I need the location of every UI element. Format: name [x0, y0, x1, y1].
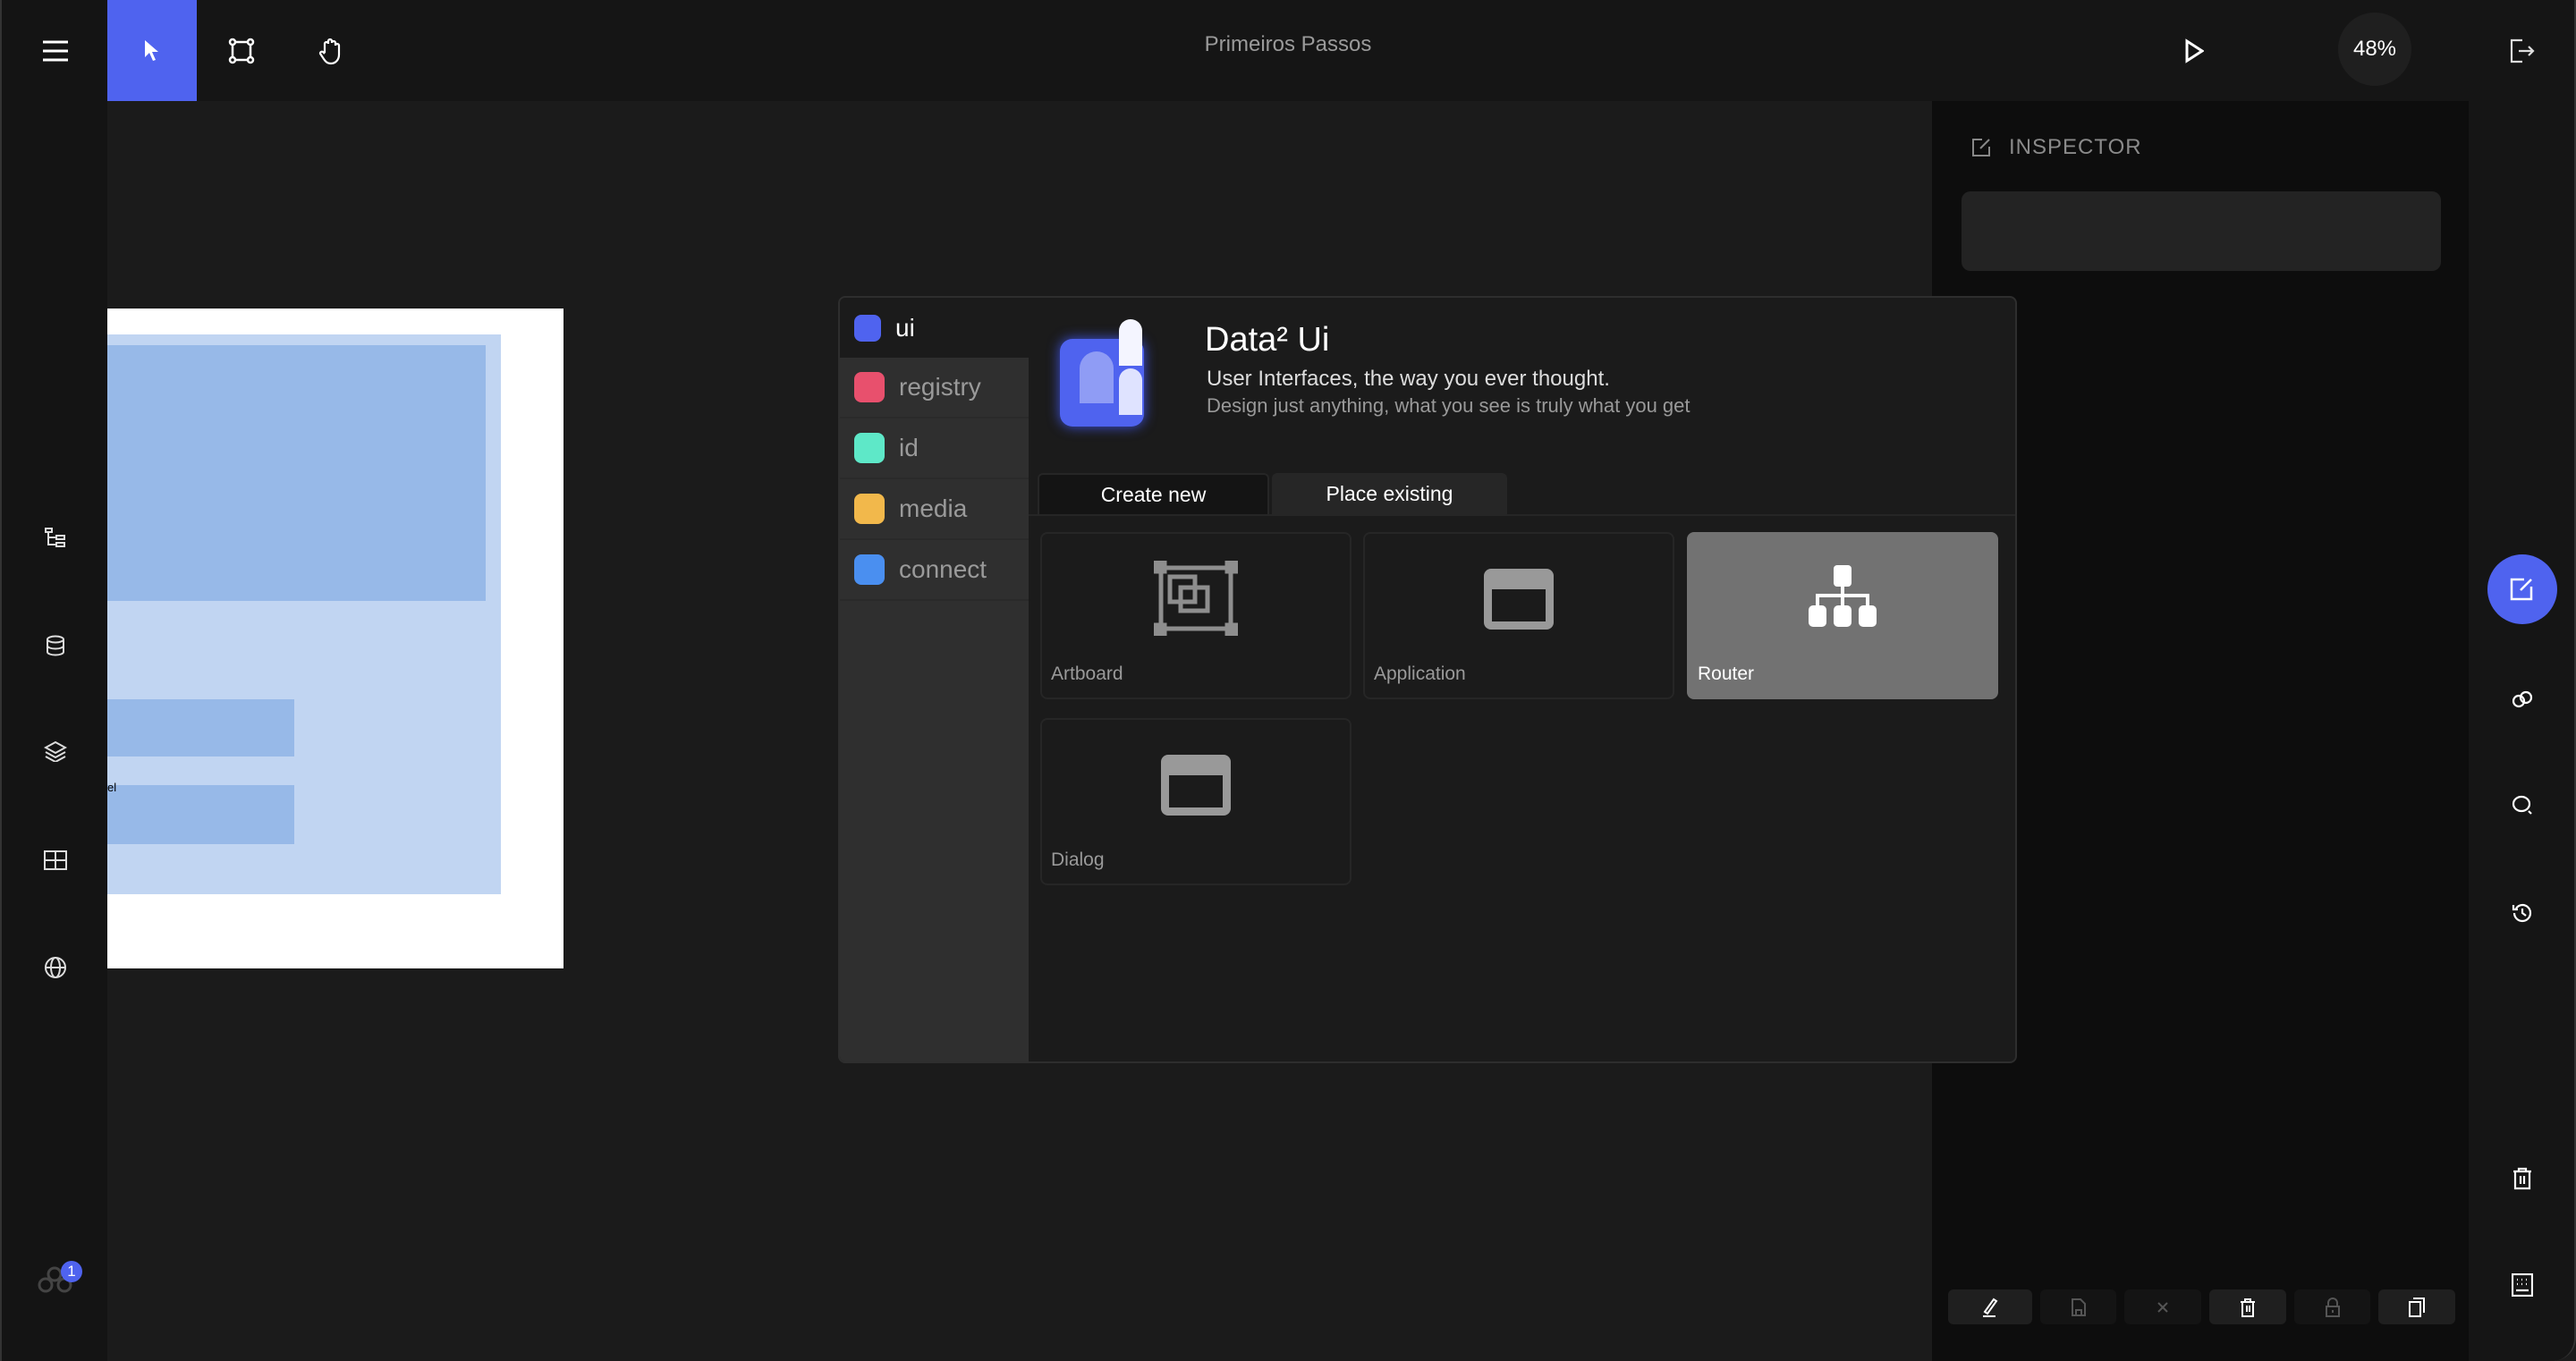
- id-icon: [854, 433, 885, 463]
- exit-button[interactable]: [2470, 0, 2574, 101]
- globe-icon[interactable]: [2, 948, 109, 987]
- zoom-level[interactable]: 48%: [2338, 13, 2411, 86]
- play-button[interactable]: [2174, 30, 2215, 72]
- card-artboard[interactable]: Artboard: [1040, 532, 1352, 699]
- tab-create-new[interactable]: Create new: [1038, 473, 1269, 514]
- nav-item-media[interactable]: media: [840, 479, 1029, 540]
- card-label: Router: [1698, 664, 1755, 684]
- duplicate-button[interactable]: [2378, 1289, 2455, 1324]
- left-sidebar: 1: [0, 0, 107, 1361]
- tab-divider: [1029, 514, 2015, 516]
- image-placeholder[interactable]: [107, 345, 486, 601]
- ui-icon: [854, 314, 881, 342]
- inspector-header: INSPECTOR: [1971, 135, 2142, 160]
- edit-icon: [1972, 139, 1990, 156]
- inspector-field[interactable]: [1962, 191, 2441, 271]
- input-placeholder[interactable]: [107, 699, 294, 757]
- sitemap-icon: [1809, 565, 1877, 627]
- delete-button[interactable]: [2209, 1289, 2286, 1324]
- exit-icon: [2510, 38, 2535, 63]
- edit-icon: [2510, 578, 2533, 601]
- tab-place-existing[interactable]: Place existing: [1272, 473, 1507, 514]
- search-icon: [2512, 795, 2532, 815]
- nav-item-registry[interactable]: registry: [840, 358, 1029, 418]
- extensions-badge: 1: [61, 1261, 82, 1282]
- card-label: Dialog: [1051, 850, 1105, 870]
- registry-icon: [854, 372, 885, 402]
- search-button[interactable]: [2469, 787, 2576, 823]
- lock-button[interactable]: [2294, 1289, 2370, 1324]
- artboard[interactable]: el: [107, 309, 564, 968]
- media-icon: [854, 494, 885, 524]
- data-ui-logo: [1060, 319, 1165, 427]
- brand-subtitle: Design just anything, what you see is tr…: [1207, 394, 1690, 417]
- inspector-title: INSPECTOR: [2009, 135, 2142, 159]
- card-label: Application: [1374, 664, 1466, 684]
- card-label: Artboard: [1051, 664, 1123, 684]
- partial-label: el: [107, 781, 117, 794]
- insert-dialog: ui registry id media connect Data² Ui Us…: [838, 296, 2017, 1063]
- card-application[interactable]: Application: [1363, 532, 1674, 699]
- play-icon: [2185, 38, 2204, 63]
- artboard-icon: [1154, 561, 1238, 636]
- database-icon[interactable]: [2, 626, 109, 665]
- card-router[interactable]: Router: [1687, 532, 1998, 699]
- trash-button[interactable]: [2469, 1161, 2576, 1196]
- save-button[interactable]: [2040, 1289, 2116, 1324]
- edit-panel-button[interactable]: [2487, 554, 2557, 624]
- tree-icon[interactable]: [2, 519, 109, 558]
- link-icon: [2512, 690, 2533, 708]
- cancel-button[interactable]: [2124, 1289, 2201, 1324]
- nav-item-ui[interactable]: ui: [840, 298, 1029, 358]
- dialog-nav: ui registry id media connect: [840, 298, 1029, 1061]
- right-rail: [2469, 0, 2576, 1361]
- brand-tagline: User Interfaces, the way you ever though…: [1207, 367, 1610, 391]
- layers-icon[interactable]: [2, 731, 109, 771]
- card-dialog[interactable]: Dialog: [1040, 718, 1352, 885]
- keyboard-button[interactable]: [2469, 1267, 2576, 1303]
- window-icon: [1484, 569, 1554, 630]
- trash-icon: [2513, 1167, 2531, 1190]
- keyboard-icon: [2512, 1273, 2533, 1297]
- button-placeholder[interactable]: [107, 785, 294, 844]
- brand-title: Data² Ui: [1205, 321, 1330, 359]
- edit-button[interactable]: [1948, 1289, 2032, 1324]
- nav-item-id[interactable]: id: [840, 418, 1029, 479]
- window-icon: [1161, 755, 1231, 816]
- history-button[interactable]: [2469, 895, 2576, 931]
- nav-item-connect[interactable]: connect: [840, 540, 1029, 601]
- grid-icon[interactable]: [2, 841, 109, 880]
- extensions-button[interactable]: 1: [36, 1261, 86, 1306]
- link-button[interactable]: [2469, 681, 2576, 717]
- connect-icon: [854, 554, 885, 585]
- history-icon: [2512, 903, 2532, 923]
